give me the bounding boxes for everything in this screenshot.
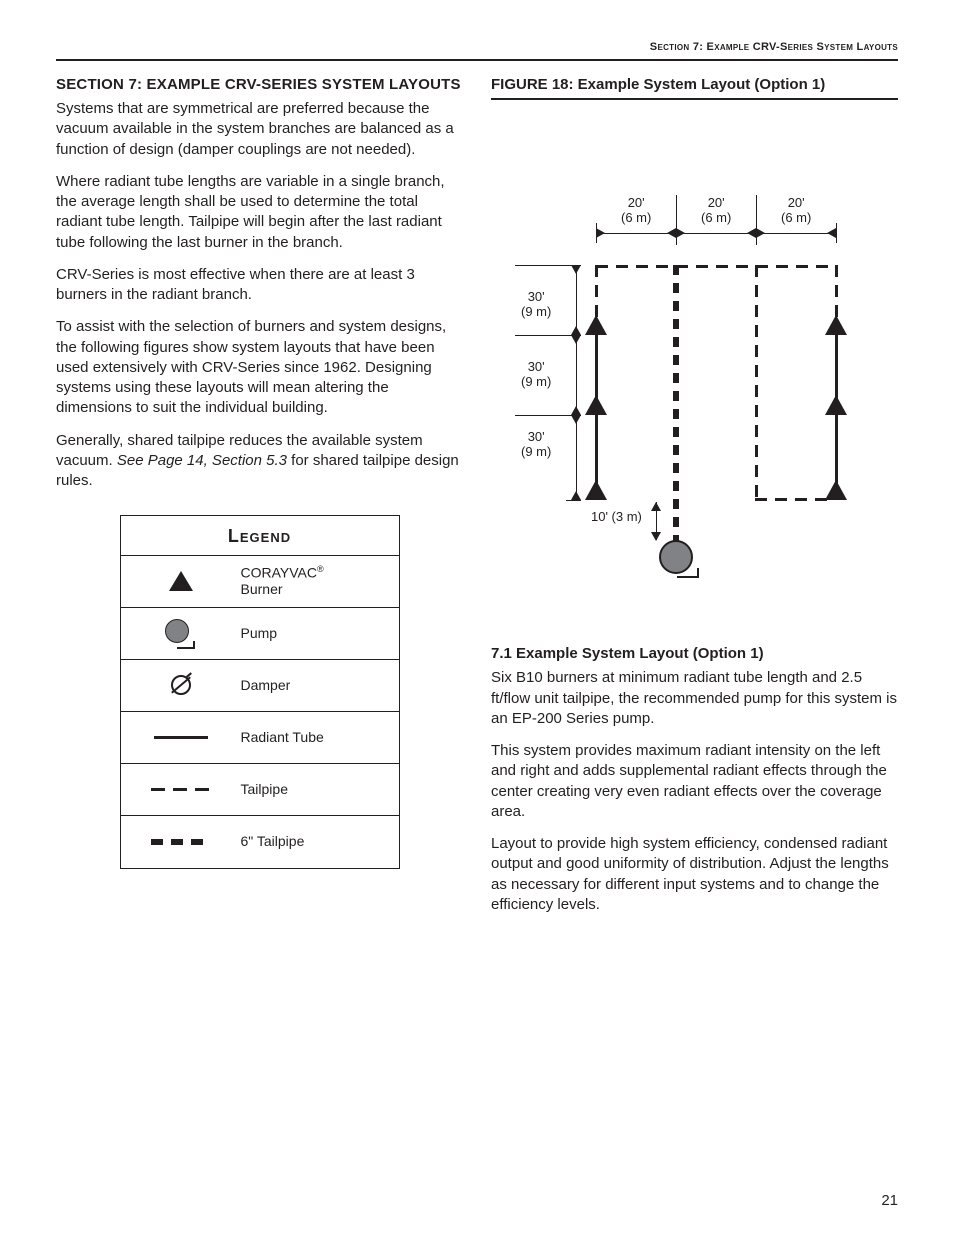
header-rule: [56, 59, 898, 61]
tick: [596, 223, 597, 243]
burner-icon: [585, 315, 607, 335]
dim-line: [596, 233, 836, 234]
paragraph: To assist with the selection of burners …: [56, 317, 463, 418]
arrowhead-icon: [667, 228, 676, 238]
pump-icon: [659, 540, 693, 574]
paragraph: Generally, shared tailpipe reduces the a…: [56, 431, 463, 492]
arrowhead-icon: [747, 228, 756, 238]
tick: [515, 335, 581, 336]
arrowhead-icon: [571, 265, 581, 274]
right-column: FIGURE 18: Example System Layout (Option…: [491, 75, 898, 927]
legend-row-tailpipe: Tailpipe: [121, 764, 399, 816]
arrowhead-icon: [571, 335, 581, 344]
legend-row-radiant-tube: Radiant Tube: [121, 712, 399, 764]
tick: [836, 223, 837, 243]
six-inch-tailpipe-icon: [121, 839, 241, 845]
arrowhead-icon: [596, 228, 605, 238]
legend-label: 6" Tailpipe: [241, 833, 399, 850]
arrowhead-icon: [571, 326, 581, 335]
figure-title: FIGURE 18: Example System Layout (Option…: [491, 75, 898, 100]
system-layout-diagram: 20'(6 m) 20'(6 m) 20'(6 m) 30'(9 m): [491, 110, 898, 630]
legend-title: Legend: [121, 516, 399, 555]
legend-row-burner: CORAYVAC®Burner: [121, 556, 399, 608]
dim-label: 20'(6 m): [701, 196, 731, 226]
radiant-tube: [595, 335, 598, 500]
burner-icon: [585, 395, 607, 415]
paragraph: Layout to provide high system efficiency…: [491, 834, 898, 915]
tick: [676, 195, 677, 245]
burner-icon: [121, 571, 241, 591]
section-title: SECTION 7: EXAMPLE CRV-SERIES SYSTEM LAY…: [56, 75, 463, 95]
dim-label: 30'(9 m): [521, 360, 551, 390]
legend-label: CORAYVAC®Burner: [241, 564, 399, 598]
tailpipe: [596, 265, 836, 268]
burner-icon: [825, 480, 847, 500]
legend-label: Radiant Tube: [241, 729, 399, 746]
burner-icon: [825, 395, 847, 415]
legend-row-6in-tailpipe: 6" Tailpipe: [121, 816, 399, 868]
dim-line: [576, 265, 577, 500]
tailpipe: [755, 498, 835, 501]
radiant-tube-icon: [121, 736, 241, 739]
arrowhead-icon: [827, 228, 836, 238]
subsection-title: 7.1 Example System Layout (Option 1): [491, 644, 898, 664]
paragraph: This system provides maximum radiant int…: [491, 741, 898, 822]
arrowhead-icon: [756, 228, 765, 238]
paragraph: CRV-Series is most effective when there …: [56, 265, 463, 306]
tick: [756, 195, 757, 245]
arrowhead-icon: [651, 502, 661, 511]
arrowhead-icon: [571, 415, 581, 424]
arrowhead-icon: [571, 406, 581, 415]
tailpipe-icon: [121, 788, 241, 791]
six-inch-tailpipe: [673, 265, 679, 545]
paragraph: Where radiant tube lengths are variable …: [56, 172, 463, 253]
tick: [515, 265, 581, 266]
burner-icon: [585, 480, 607, 500]
dim-label: 30'(9 m): [521, 290, 551, 320]
legend-label: Tailpipe: [241, 781, 399, 798]
page-number: 21: [881, 1191, 898, 1211]
legend-label: Damper: [241, 677, 399, 694]
legend-box: Legend CORAYVAC®Burner Pump Damper Radia…: [120, 515, 400, 868]
dim-label: 20'(6 m): [621, 196, 651, 226]
tick: [566, 500, 581, 501]
dim-label: 20'(6 m): [781, 196, 811, 226]
dim-label: 10' (3 m): [591, 510, 642, 525]
left-column: SECTION 7: EXAMPLE CRV-SERIES SYSTEM LAY…: [56, 75, 463, 927]
legend-label: Pump: [241, 625, 399, 642]
legend-row-damper: Damper: [121, 660, 399, 712]
legend-row-pump: Pump: [121, 608, 399, 660]
dim-label: 30'(9 m): [521, 430, 551, 460]
pump-icon: [121, 619, 241, 647]
damper-icon: [121, 675, 241, 695]
tick: [515, 415, 581, 416]
arrowhead-icon: [676, 228, 685, 238]
arrowhead-icon: [571, 491, 581, 500]
paragraph: Systems that are symmetrical are preferr…: [56, 99, 463, 160]
tailpipe: [755, 265, 758, 500]
burner-icon: [825, 315, 847, 335]
running-header: Section 7: Example CRV-Series System Lay…: [56, 40, 898, 55]
paragraph: Six B10 burners at minimum radiant tube …: [491, 668, 898, 729]
cross-reference: See Page 14, Section 5.3: [117, 452, 287, 469]
radiant-tube: [835, 335, 838, 500]
